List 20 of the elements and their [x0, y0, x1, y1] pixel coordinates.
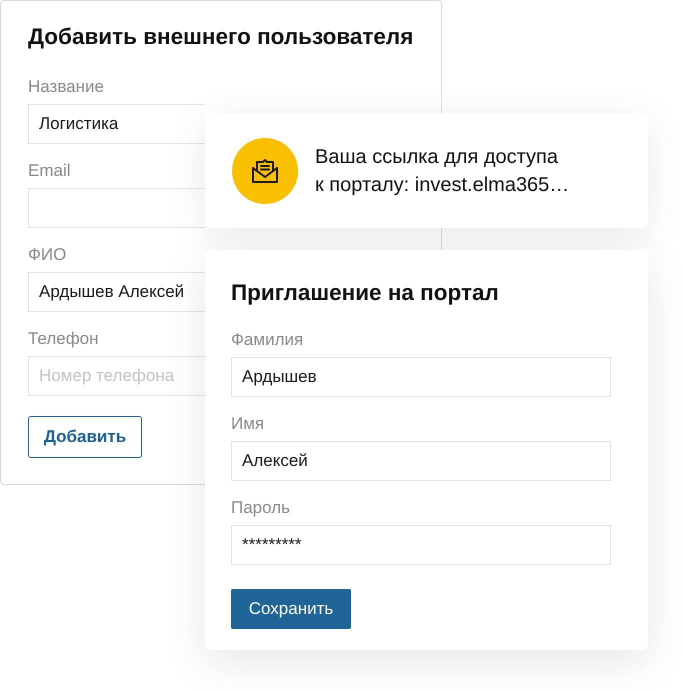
save-button[interactable]: Сохранить [231, 589, 351, 629]
input-field[interactable]: Ардышев Алексей [28, 272, 205, 312]
envelope-icon [232, 138, 298, 204]
input-field[interactable]: Алексей [231, 441, 611, 481]
input-field[interactable]: Номер телефона [28, 356, 205, 396]
field-label: Название [28, 77, 104, 97]
field-label: ФИО [28, 245, 66, 265]
form-title: Добавить внешнего пользователя [28, 24, 414, 50]
add-button[interactable]: Добавить [28, 416, 142, 458]
field-label: Фамилия [231, 330, 304, 350]
field-label: Пароль [231, 498, 290, 518]
input-field[interactable] [28, 188, 205, 228]
input-field[interactable]: ********* [231, 525, 611, 565]
notification-message: Ваша ссылка для доступа к порталу: invest.elma365… [315, 144, 570, 198]
field-label: Email [28, 161, 71, 181]
field-label: Имя [231, 414, 264, 434]
input-field[interactable]: Ардышев [231, 357, 611, 397]
form-title: Приглашение на портал [231, 280, 499, 306]
input-field[interactable]: Логистика [28, 104, 205, 144]
field-label: Телефон [28, 329, 99, 349]
